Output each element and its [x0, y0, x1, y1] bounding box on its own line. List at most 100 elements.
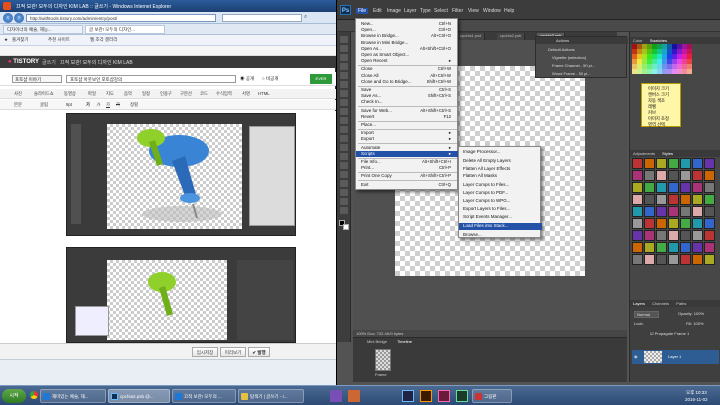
style-preset[interactable] [632, 206, 643, 217]
scripts-menu-item[interactable]: Script Events Manager... [459, 214, 542, 221]
insert-schedule[interactable]: 일정 [142, 91, 150, 97]
embedded-screenshot[interactable] [66, 247, 296, 343]
stamp-tool-icon[interactable] [340, 108, 348, 115]
app-icon[interactable] [402, 390, 414, 402]
style-preset[interactable] [644, 206, 655, 217]
favorites-link[interactable]: 웹 조각 갤러리 [90, 37, 117, 43]
style-preset[interactable] [644, 170, 655, 181]
gradient-tool-icon[interactable] [340, 135, 348, 142]
star-icon[interactable]: ★ [4, 37, 8, 43]
style-preset[interactable] [704, 194, 715, 205]
taskbar-item[interactable]: 그림판 [472, 389, 512, 403]
style-preset[interactable] [668, 194, 679, 205]
style-preset[interactable] [644, 182, 655, 193]
category-select[interactable]: 포토샵 이야기 [12, 75, 62, 83]
style-preset[interactable] [704, 170, 715, 181]
file-menu-item[interactable]: Scripts [356, 150, 459, 157]
style-preset[interactable] [668, 206, 679, 217]
healing-tool-icon[interactable] [340, 90, 348, 97]
shape-tool-icon[interactable] [340, 189, 348, 196]
type-tool-icon[interactable] [340, 171, 348, 178]
insert-formula[interactable]: 수식입력 [216, 91, 232, 97]
tab-mini-bridge[interactable]: Mini Bridge [367, 339, 387, 344]
search-icon[interactable]: ⌕ [304, 14, 312, 22]
style-preset[interactable] [632, 158, 643, 169]
menu-layer[interactable]: Layer [404, 8, 417, 14]
scripts-menu-item[interactable]: Layer Comps to WPG... [459, 198, 542, 205]
menu-help[interactable]: Help [504, 8, 514, 14]
chrome-icon[interactable] [30, 391, 38, 399]
brush-tool-icon[interactable] [340, 99, 348, 106]
layer-row[interactable]: ◉ Layer 1 [632, 350, 719, 364]
menu-type[interactable]: Type [420, 8, 431, 14]
app-icon[interactable] [438, 390, 450, 402]
size-select[interactable]: 9pt [66, 102, 72, 107]
eyedropper-tool-icon[interactable] [340, 81, 348, 88]
app-icon[interactable] [456, 390, 468, 402]
action-item[interactable]: Wood Frame - 50 pi... [552, 71, 591, 76]
menu-view[interactable]: View [468, 8, 479, 14]
style-preset[interactable] [644, 242, 655, 253]
scripts-menu-item[interactable]: Flatten All Layer Effects [459, 166, 542, 173]
scripts-menu-item[interactable]: Delete All Empty Layers [459, 158, 542, 165]
taskbar-item[interactable]: 탐색기 | 글쓰기 - I... [238, 389, 304, 403]
illustrator-icon[interactable] [420, 390, 432, 402]
style-preset[interactable] [704, 242, 715, 253]
style-preset[interactable] [656, 170, 667, 181]
style-preset[interactable] [692, 182, 703, 193]
insert-signature[interactable]: 서명 [242, 91, 250, 97]
swatch[interactable] [687, 69, 692, 74]
style-preset[interactable] [656, 158, 667, 169]
tab-swatches[interactable]: Swatches [650, 38, 667, 43]
style-preset[interactable] [668, 218, 679, 229]
insert-map[interactable]: 지도 [106, 91, 114, 97]
style-preset[interactable] [632, 218, 643, 229]
post-title-input[interactable]: 포토샵 아웃보인 포토샵강의 [66, 75, 236, 83]
style-preset[interactable] [656, 206, 667, 217]
style-preset[interactable] [704, 218, 715, 229]
style-preset[interactable] [680, 242, 691, 253]
style-preset[interactable] [692, 242, 703, 253]
favorites-link[interactable]: 추천 사이트 [48, 37, 70, 43]
tab-color[interactable]: Color [633, 38, 643, 43]
style-preset[interactable] [632, 194, 643, 205]
scripts-menu-item[interactable]: Image Processor... [459, 149, 542, 156]
tab-channels[interactable]: Channels [652, 301, 669, 306]
menu-filter[interactable]: Filter [452, 8, 463, 14]
fill-field[interactable]: Fill: 100% [686, 321, 704, 326]
swatches-grid[interactable] [632, 44, 692, 84]
html-toggle[interactable]: HTML [258, 91, 270, 96]
scripts-menu-item[interactable]: Load Files into Stack... [459, 223, 542, 231]
publish-button[interactable]: ✔ 발행 [248, 347, 270, 357]
zoom-tool-icon[interactable] [340, 207, 348, 214]
file-menu-item[interactable]: Open Recent [356, 58, 459, 64]
action-item[interactable]: Vignette (selection) [552, 55, 586, 60]
tab-layers[interactable]: Layers [633, 301, 645, 306]
favorites-link[interactable]: 즐겨찾기 [12, 37, 29, 43]
style-preset[interactable] [704, 182, 715, 193]
underline-button[interactable]: 가 [106, 102, 110, 108]
style-preset[interactable] [644, 158, 655, 169]
insert-divider[interactable]: 구분선 [180, 91, 192, 97]
style-preset[interactable] [632, 170, 643, 181]
eraser-tool-icon[interactable] [340, 126, 348, 133]
insert-quote[interactable]: 인용구 [160, 91, 172, 97]
style-preset[interactable] [680, 218, 691, 229]
file-menu-item[interactable]: Browse in Mini Bridge... [356, 40, 459, 46]
italic-button[interactable]: 가 [96, 102, 100, 108]
insert-video[interactable]: 동영상 [64, 91, 76, 97]
file-menu-item[interactable]: Open as Smart Object... [356, 52, 459, 58]
url-input[interactable]: http://withtools.tistory.com/admin/entry… [26, 14, 216, 22]
hand-tool-icon[interactable] [340, 198, 348, 205]
insert-code[interactable]: 코드 [200, 91, 208, 97]
path-select-tool-icon[interactable] [340, 180, 348, 187]
style-preset[interactable] [692, 194, 703, 205]
style-preset[interactable] [656, 254, 667, 265]
doc-tab[interactable]: cpchia1.psd [457, 33, 486, 40]
scripts-menu-item[interactable]: Flatten All Masks [459, 173, 542, 180]
menu-file[interactable]: File [356, 8, 369, 14]
style-preset[interactable] [644, 230, 655, 241]
menu-image[interactable]: Image [387, 8, 401, 14]
style-preset[interactable] [668, 170, 679, 181]
blog-name[interactable]: 끄적 보관! 모두의 디자인 KIM LAB [60, 59, 133, 66]
